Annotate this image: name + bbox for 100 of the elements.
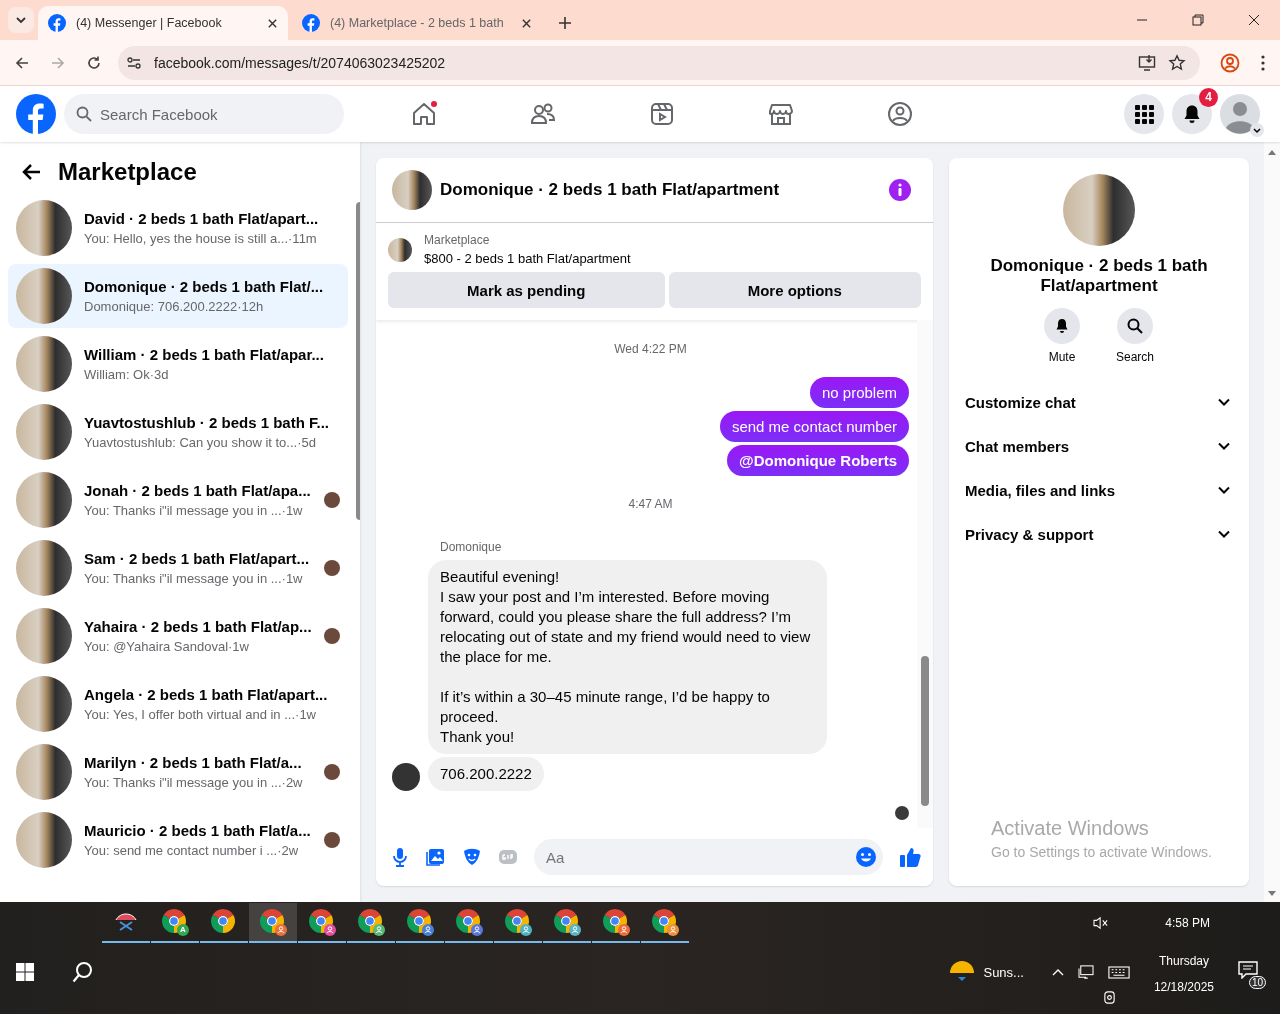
image-icon[interactable] — [426, 847, 446, 867]
caret-icon — [1252, 125, 1262, 135]
message-time: ·3d — [149, 367, 169, 382]
received-message: Beautiful evening! I saw your post and I’m interested. Before moving forward, could you please share the full address? I’m relocating out of state and my friend would need to view the place for me. If it’s within a 30–45 minute range, I’d be happy to proceed. Thank you! — [428, 560, 827, 754]
thumbs-up-icon[interactable] — [899, 846, 921, 868]
clock-date[interactable]: 12/18/2025 — [1153, 980, 1214, 994]
back-icon[interactable] — [14, 54, 30, 71]
bell-icon — [1182, 104, 1202, 124]
camera-icon[interactable] — [1103, 991, 1116, 1004]
listing-photo — [16, 744, 72, 800]
message-preview: Yuavtostushlub: Can you show it to... — [84, 435, 298, 450]
notification-icon[interactable] — [1238, 961, 1258, 979]
conversation-title: Yahaira · 2 beds 1 bath Flat/ap... — [84, 618, 312, 635]
restore-icon[interactable] — [1192, 14, 1204, 26]
reload-icon[interactable] — [86, 54, 102, 71]
listing-label: Marketplace — [424, 233, 491, 247]
groups-icon[interactable] — [886, 101, 913, 127]
search-button[interactable] — [1117, 308, 1153, 344]
conversation-item[interactable]: Sam · 2 beds 1 bath Flat/apart... You: Thanks i"il message you in ...·1w — [8, 536, 348, 600]
keyboard-icon[interactable] — [1107, 965, 1130, 979]
muted-speaker-icon[interactable] — [1093, 916, 1110, 930]
action-button[interactable]: More options — [668, 272, 921, 308]
message-preview: You: Thanks i"il message you in ... — [84, 571, 282, 586]
scroll-up-icon[interactable] — [1267, 148, 1277, 156]
sticker-icon[interactable] — [462, 847, 482, 867]
menu-button[interactable] — [1124, 94, 1164, 134]
home-icon[interactable] — [410, 101, 437, 127]
scroll-down-icon[interactable] — [1267, 890, 1277, 898]
listing-photo — [16, 404, 72, 460]
taskbar-app-button[interactable] — [249, 903, 297, 943]
notifications-button[interactable] — [1172, 94, 1212, 134]
conversation-item[interactable]: Marilyn · 2 beds 1 bath Flat/a... You: Thanks i"il message you in ...·2w — [8, 740, 348, 804]
message-field[interactable]: Aa — [534, 839, 883, 875]
windows-start-icon[interactable] — [16, 963, 34, 981]
video-icon[interactable] — [648, 101, 675, 127]
facebook-logo-icon[interactable] — [16, 94, 56, 134]
conversation-title: Mauricio · 2 beds 1 bath Flat/a... — [84, 822, 312, 839]
new-tab-icon[interactable] — [558, 16, 572, 30]
network-icon[interactable] — [1077, 965, 1094, 979]
conversation-item[interactable]: David · 2 beds 1 bath Flat/apart... You: Hello, yes the house is still a...·11m — [8, 196, 348, 260]
listing-photo — [16, 472, 72, 528]
listing-photo — [392, 170, 432, 210]
conversation-title: Marilyn · 2 beds 1 bath Flat/a... — [84, 754, 303, 771]
conversation-item[interactable]: William · 2 beds 1 bath Flat/apar... William: Ok·3d — [8, 332, 348, 396]
conversation-item[interactable]: Mauricio · 2 beds 1 bath Flat/a... You: send me contact number i ...·2w — [8, 808, 348, 872]
search-icon — [1127, 318, 1143, 334]
message-time: ·12h — [237, 299, 264, 314]
section-header[interactable]: Customize chat — [965, 380, 1233, 424]
action-button[interactable]: Mark as pending — [388, 272, 665, 308]
browser-tab[interactable]: (4) Messenger | Facebook — [38, 6, 288, 40]
install-app-icon[interactable] — [1138, 53, 1156, 72]
conversation-item[interactable]: Yuavtostushlub · 2 beds 1 bath F... Yuavtostushlub: Can you show it to...·5d — [8, 400, 348, 464]
account-avatar[interactable] — [1220, 94, 1260, 134]
bookmark-star-icon[interactable] — [1168, 53, 1186, 72]
search-field[interactable]: Search Facebook — [64, 94, 344, 134]
chevron-up-icon[interactable] — [1051, 968, 1064, 976]
back-arrow-icon[interactable] — [22, 162, 42, 182]
mute-button[interactable] — [1044, 308, 1080, 344]
conversation-title: David · 2 beds 1 bath Flat/apart... — [84, 210, 320, 227]
section-header[interactable]: Media, files and links — [965, 468, 1233, 512]
conversation-title: William · 2 beds 1 bath Flat/apar... — [84, 346, 325, 363]
listing-photo — [16, 676, 72, 732]
clock-day[interactable]: Thursday — [1158, 954, 1209, 968]
conversation-item[interactable]: Angela · 2 beds 1 bath Flat/apart... You: Yes, I offer both virtual and in ...·1w — [8, 672, 348, 736]
conversation-item[interactable]: Yahaira · 2 beds 1 bath Flat/ap... You: @Yahaira Sandoval·1w — [8, 604, 348, 668]
scrollbar[interactable] — [917, 320, 933, 828]
section-header[interactable]: Privacy & support — [965, 512, 1233, 556]
shop-icon[interactable] — [767, 101, 794, 127]
search-icon[interactable] — [72, 961, 94, 983]
conversation-title: Jonah · 2 beds 1 bath Flat/apa... — [84, 482, 312, 499]
notification-count: 10 — [1248, 976, 1266, 989]
listing-photo — [16, 268, 72, 324]
message-preview: You: Thanks i"il message you in ... — [84, 503, 282, 518]
conversation-title: Yuavtostushlub · 2 beds 1 bath F... — [84, 414, 331, 431]
tab-title: (4) Marketplace - 2 beds 1 bath — [330, 16, 505, 30]
action-label: Mute — [1048, 350, 1076, 364]
clock-time[interactable]: 4:58 PM — [1165, 916, 1210, 930]
conversation-item[interactable]: Domonique · 2 beds 1 bath Flat/... Domonique: 706.200.2222·12h — [8, 264, 348, 328]
profile-icon[interactable] — [1220, 52, 1240, 73]
conversation-title: Domonique · 2 beds 1 bath Flat/... — [84, 278, 325, 295]
menu-icon[interactable] — [1260, 53, 1266, 72]
chat-title: Domonique · 2 beds 1 bath Flat/apartment — [989, 256, 1209, 296]
info-icon[interactable] — [889, 179, 911, 201]
address-bar[interactable]: facebook.com/messages/t/2074063023425202 — [118, 45, 1200, 80]
friends-icon[interactable] — [529, 101, 556, 127]
section-header[interactable]: Chat members — [965, 424, 1233, 468]
close-icon[interactable] — [521, 17, 532, 29]
tab-list-button[interactable] — [8, 7, 34, 33]
site-settings-icon[interactable] — [126, 54, 142, 71]
listing-photo — [16, 200, 72, 256]
sidebar-title: Marketplace — [58, 158, 197, 186]
emoji-icon[interactable] — [855, 846, 877, 868]
close-icon[interactable] — [267, 17, 278, 29]
microphone-icon[interactable] — [390, 847, 410, 867]
close-icon[interactable] — [1248, 14, 1260, 26]
browser-tab[interactable]: (4) Marketplace - 2 beds 1 bath — [292, 6, 542, 40]
scrollbar[interactable] — [1264, 142, 1280, 902]
conversation-item[interactable]: Jonah · 2 beds 1 bath Flat/apa... You: Thanks i"il message you in ...·1w — [8, 468, 348, 532]
weather-text[interactable]: Suns... — [983, 964, 1024, 980]
listing-photo — [16, 812, 72, 868]
